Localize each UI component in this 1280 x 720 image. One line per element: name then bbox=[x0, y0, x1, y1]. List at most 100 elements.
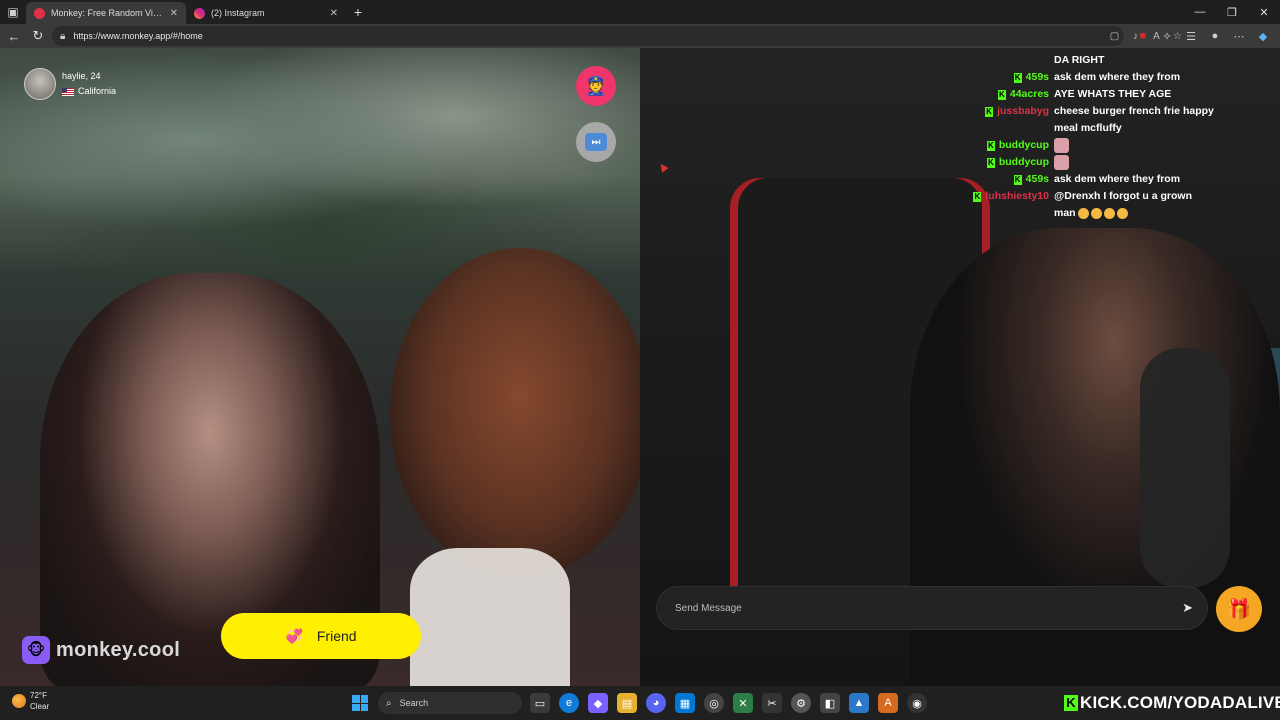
tab-title: (2) Instagram bbox=[211, 8, 265, 18]
file-explorer-icon[interactable]: ▤ bbox=[617, 693, 637, 713]
chat-user-cell: Kluhshiesty10 bbox=[900, 188, 1054, 205]
monkey-watermark: 🐵 monkey.cool bbox=[22, 636, 180, 664]
chat-text: cheese burger french frie happy meal mcf… bbox=[1054, 105, 1214, 134]
tab-instagram[interactable]: (2) Instagram ✕ bbox=[186, 2, 346, 24]
chat-user-cell: K 44acres bbox=[900, 86, 1054, 103]
tab-title: Monkey: Free Random Video bbox=[51, 8, 164, 18]
laughing-emoji-icon bbox=[1103, 207, 1115, 219]
avatar[interactable] bbox=[24, 68, 56, 100]
tab-actions-icon[interactable]: ▣ bbox=[0, 0, 26, 24]
kick-badge-icon: K bbox=[973, 191, 982, 202]
capture-icon[interactable]: ◧ bbox=[820, 693, 840, 713]
send-icon[interactable]: ➤ bbox=[1182, 600, 1193, 616]
minimize-icon[interactable]: — bbox=[1184, 0, 1216, 24]
store-icon[interactable]: ▦ bbox=[675, 693, 695, 713]
chat-username[interactable]: 44acres bbox=[1010, 86, 1049, 103]
watermark-text: monkey.cool bbox=[56, 638, 181, 661]
heart-icon: 💞 bbox=[285, 627, 303, 644]
edge-icon[interactable]: e bbox=[559, 693, 579, 713]
chat-username[interactable]: buddycup bbox=[999, 137, 1049, 154]
chat-text: ask dem where they from bbox=[1054, 71, 1181, 83]
kick-badge-icon: K bbox=[1013, 72, 1022, 83]
refresh-icon[interactable]: ↻ bbox=[26, 24, 50, 48]
restore-icon[interactable]: ❐ bbox=[1216, 0, 1248, 24]
page-content: haylie, 24 California 👮 ⏭︎ 🐵 monkey.cool… bbox=[0, 48, 1280, 686]
laughing-emoji-icon bbox=[1116, 207, 1128, 219]
chat-username[interactable]: 459s bbox=[1026, 69, 1049, 86]
chat-message-body: DA RIGHT bbox=[1054, 52, 1214, 69]
new-tab-button[interactable]: + bbox=[346, 0, 370, 24]
report-button[interactable]: 👮 bbox=[576, 66, 616, 106]
chat-message-body: ask dem where they from bbox=[1054, 171, 1214, 188]
settings-gear-icon[interactable]: ⚙ bbox=[791, 693, 811, 713]
camera-icon[interactable]: ▢ bbox=[1108, 31, 1121, 42]
emoji-group bbox=[1077, 207, 1130, 219]
copilot-app-icon[interactable]: ◆ bbox=[588, 693, 608, 713]
stranger-video bbox=[0, 48, 640, 686]
extensions-icon[interactable]: ✧ bbox=[1160, 30, 1174, 43]
weather-widget[interactable]: 72°F Clear bbox=[12, 690, 49, 712]
profile-avatar-icon[interactable]: ● bbox=[1208, 30, 1222, 42]
chat-message-body: AYE WHATS THEY AGE bbox=[1054, 86, 1214, 103]
temperature: 72°F bbox=[30, 691, 47, 700]
chat-message: DA RIGHT bbox=[900, 52, 1220, 69]
window-controls: — ❐ ✕ bbox=[1184, 0, 1280, 24]
task-view-icon[interactable]: ▭ bbox=[530, 693, 550, 713]
kick-logo-icon: K bbox=[1064, 695, 1078, 711]
discord-icon[interactable]: ◕ bbox=[646, 693, 666, 713]
friend-label: Friend bbox=[316, 628, 357, 644]
capcut-icon[interactable]: ✂ bbox=[762, 693, 782, 713]
taskbar: 72°F Clear ⌕ Search ▭ e ◆ ▤ ◕ ▦ ◎ ✕ ✂ ⚙ … bbox=[0, 686, 1280, 720]
chat-message: Kbuddycup bbox=[900, 137, 1220, 154]
photos-icon[interactable]: ▲ bbox=[849, 693, 869, 713]
chat-message: K 44acres AYE WHATS THEY AGE bbox=[900, 86, 1220, 103]
chat-user-cell: K 459s bbox=[900, 171, 1054, 188]
kick-badge-icon: K bbox=[997, 89, 1006, 100]
close-tab-icon[interactable]: ✕ bbox=[170, 8, 178, 19]
kick-badge-icon: K bbox=[986, 140, 995, 151]
gift-button[interactable]: 🎁 bbox=[1216, 586, 1262, 632]
kick-banner-text: KICK.COM/YODADALIVE bbox=[1080, 693, 1280, 712]
stranger-name-age: haylie, 24 bbox=[62, 71, 101, 81]
url-text: https://www.monkey.app/#/home bbox=[73, 31, 203, 41]
stranger-info: haylie, 24 California bbox=[24, 68, 116, 100]
chat-message: Kjussbabyg cheese burger french frie happ… bbox=[900, 103, 1220, 137]
us-flag-icon bbox=[62, 87, 74, 96]
stranger-location-row: California bbox=[62, 84, 116, 99]
chat-username[interactable]: buddycup bbox=[999, 154, 1049, 171]
chat-message: Kluhshiesty10 @Drenxh I forgot u a grown … bbox=[900, 188, 1220, 222]
address-bar: ← ↻ 🔒︎ https://www.monkey.app/#/home ▢ ♪… bbox=[0, 24, 1280, 48]
tab-monkey[interactable]: Monkey: Free Random Video ✕ bbox=[26, 2, 186, 24]
chat-message-body: @Drenxh I forgot u a grown man bbox=[1054, 188, 1214, 222]
back-icon[interactable]: ← bbox=[2, 24, 26, 48]
weather-text: 72°F Clear bbox=[30, 690, 49, 712]
laughing-emoji-icon bbox=[1077, 207, 1089, 219]
close-window-icon[interactable]: ✕ bbox=[1248, 0, 1280, 24]
chat-user-cell: Kbuddycup bbox=[900, 154, 1054, 171]
message-input[interactable] bbox=[675, 602, 1183, 614]
laughing-emoji-icon bbox=[1090, 207, 1102, 219]
excel-icon[interactable]: ✕ bbox=[733, 693, 753, 713]
kick-badge-icon: K bbox=[1013, 174, 1022, 185]
skip-button[interactable]: ⏭︎ bbox=[576, 122, 616, 162]
close-tab-icon[interactable]: ✕ bbox=[330, 8, 338, 19]
chat-message-body: ask dem where they from bbox=[1054, 69, 1214, 86]
start-button[interactable] bbox=[352, 695, 368, 711]
favorites-icon[interactable]: ☰ bbox=[1184, 30, 1198, 43]
chat-user-cell: Kjussbabyg bbox=[900, 103, 1054, 120]
chat-message-body bbox=[1054, 137, 1214, 154]
chat-username[interactable]: luhshiesty10 bbox=[985, 188, 1049, 205]
chat-username[interactable]: jussbabyg bbox=[997, 103, 1049, 120]
extension-icon[interactable]: ■ bbox=[1136, 30, 1150, 42]
more-options-icon[interactable]: ⋯ bbox=[1232, 30, 1246, 43]
url-field[interactable]: 🔒︎ https://www.monkey.app/#/home bbox=[52, 26, 1124, 46]
obs-icon[interactable]: ◉ bbox=[907, 693, 927, 713]
taskbar-search[interactable]: ⌕ Search bbox=[378, 692, 522, 714]
app-icon[interactable]: ◎ bbox=[704, 693, 724, 713]
copilot-icon[interactable]: ◆ bbox=[1256, 30, 1270, 43]
instagram-favicon-icon bbox=[194, 7, 205, 19]
microphone bbox=[1140, 348, 1230, 588]
chat-username[interactable]: 459s bbox=[1026, 171, 1049, 188]
friend-button[interactable]: 💞 Friend bbox=[221, 613, 421, 659]
app-a-icon[interactable]: A bbox=[878, 693, 898, 713]
